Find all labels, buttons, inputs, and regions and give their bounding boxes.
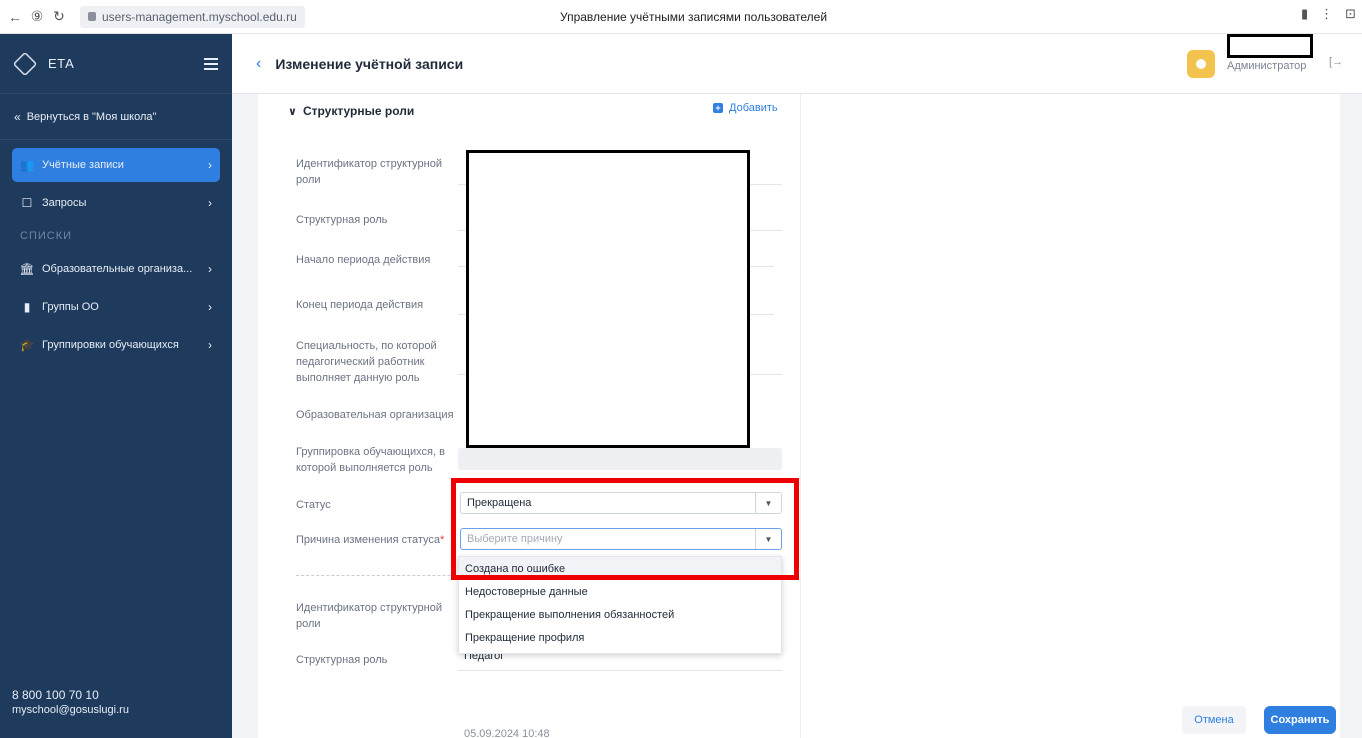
avatar[interactable] xyxy=(1187,50,1215,78)
chevron-right-icon: › xyxy=(208,262,212,276)
lock-icon xyxy=(88,12,96,21)
url-text: users-management.myschool.edu.ru xyxy=(102,9,297,24)
grouping-label: Группировка обучающихся, в которой выпол… xyxy=(296,446,445,474)
sidebar-item-label: Учётные записи xyxy=(42,159,124,171)
sidebar-section-label: СПИСКИ xyxy=(20,230,73,242)
annotation-highlight-box xyxy=(451,478,799,580)
logo-row: ЕТА xyxy=(0,34,232,94)
inbox-icon: ☐ xyxy=(21,196,33,210)
sidebar: ЕТА « Вернуться в "Моя школа" 👥 Учётные … xyxy=(0,34,232,738)
save-button[interactable]: Сохранить xyxy=(1264,706,1336,734)
sidebar-item-requests[interactable]: ☐ Запросы › xyxy=(12,186,220,220)
section-header[interactable]: ∨ Структурные роли xyxy=(288,104,414,118)
chevron-right-icon: › xyxy=(208,196,212,210)
yandex-icon[interactable]: ⑨ xyxy=(26,6,48,28)
contacts: 8 800 100 70 10 myschool@gosuslugi.ru xyxy=(12,688,129,718)
role-label: Структурная роль xyxy=(296,214,388,226)
main-content: ∨ Структурные роли + Добавить Идентифика… xyxy=(232,94,1362,738)
reason-label: Причина изменения статуса* xyxy=(296,532,466,548)
organization-label: Образовательная организация xyxy=(296,409,454,421)
sidebar-item-student-groupings[interactable]: 🎓 Группировки обучающихся › xyxy=(12,328,220,362)
sidebar-item-label: Образовательные организа... xyxy=(42,263,193,275)
logo-text: ЕТА xyxy=(48,56,75,71)
sidebar-item-accounts[interactable]: 👥 Учётные записи › xyxy=(12,148,220,182)
plus-icon: + xyxy=(713,103,723,113)
more-menu-icon[interactable]: ⋮ xyxy=(1320,6,1333,22)
reload-icon[interactable]: ↻ xyxy=(48,6,70,28)
end-label: Конец периода действия xyxy=(296,299,424,311)
cancel-button[interactable]: Отмена xyxy=(1182,706,1246,734)
chevron-right-icon: › xyxy=(208,300,212,314)
bookmark-icon: ▮ xyxy=(23,300,31,314)
grouping-input[interactable] xyxy=(458,448,782,470)
status-label: Статус xyxy=(296,499,331,511)
chevron-down-icon: ∨ xyxy=(288,105,297,118)
user-icon xyxy=(1196,59,1206,69)
page-title: Изменение учётной записи xyxy=(275,55,464,72)
second-role-id-label: Идентификатор структурной роли xyxy=(296,602,442,630)
browser-page-title: Управление учётными записями пользовател… xyxy=(560,10,828,24)
graduation-cap-icon: 🎓 xyxy=(19,338,35,352)
browser-toolbar: ← ⑨ ↻ users-management.myschool.edu.ru У… xyxy=(0,0,1362,34)
sidebar-menu: 👥 Учётные записи › ☐ Запросы › СПИСКИ 🏛 … xyxy=(0,140,232,362)
speciality-label: Специальность, по которой педагогический… xyxy=(296,340,437,384)
redacted-user-name xyxy=(1227,34,1313,58)
structural-roles-card: ∨ Структурные роли + Добавить Идентифика… xyxy=(258,94,800,738)
second-role-label: Структурная роль xyxy=(296,654,388,666)
required-mark: * xyxy=(440,534,445,546)
sidebar-item-organizations[interactable]: 🏛 Образовательные организа... › xyxy=(12,252,220,286)
back-arrow-icon[interactable]: ← xyxy=(4,6,26,28)
logout-icon[interactable]: [→ xyxy=(1329,56,1343,68)
scroll-track[interactable] xyxy=(1340,94,1362,738)
reason-option[interactable]: Прекращение профиля xyxy=(459,626,781,649)
support-phone: 8 800 100 70 10 xyxy=(12,688,99,702)
back-to-school-link[interactable]: « Вернуться в "Моя школа" xyxy=(0,94,232,140)
users-icon: 👥 xyxy=(19,158,35,172)
extensions-icon[interactable]: ⊡ xyxy=(1345,6,1356,22)
role-id-label: Идентификатор структурной роли xyxy=(296,158,442,186)
chevron-left-icon[interactable]: ‹ xyxy=(256,55,261,73)
section-title: Структурные роли xyxy=(302,104,415,118)
start-label: Начало периода действия xyxy=(296,254,431,266)
menu-burger-icon[interactable] xyxy=(204,57,218,70)
logo-icon xyxy=(12,51,38,76)
sidebar-item-label: Группировки обучающихся xyxy=(42,339,179,351)
second-role-partial-value: 05.09.2024 10:48 xyxy=(464,728,550,738)
add-role-button[interactable]: + Добавить xyxy=(713,102,778,114)
support-email: myschool@gosuslugi.ru xyxy=(12,704,129,716)
reason-option[interactable]: Недостоверные данные xyxy=(459,580,781,603)
chevron-right-icon: › xyxy=(208,338,212,352)
sidebar-item-label: Группы ОО xyxy=(42,301,99,313)
back-link-label: Вернуться в "Моя школа" xyxy=(26,110,157,123)
double-chevron-left-icon: « xyxy=(14,109,21,124)
sidebar-item-groups[interactable]: ▮ Группы ОО › xyxy=(12,290,220,324)
institution-icon: 🏛 xyxy=(19,262,35,276)
page-header: ‹ Изменение учётной записи Администратор… xyxy=(232,34,1362,94)
second-role-line xyxy=(458,670,782,671)
reason-option[interactable]: Прекращение выполнения обязанностей xyxy=(459,603,781,626)
right-panel xyxy=(800,94,1340,738)
sidebar-item-label: Запросы xyxy=(42,197,87,209)
chevron-right-icon: › xyxy=(208,158,212,172)
redacted-values xyxy=(466,150,750,448)
address-bar[interactable]: users-management.myschool.edu.ru xyxy=(80,5,305,28)
add-role-label: Добавить xyxy=(729,102,778,114)
user-role: Администратор xyxy=(1227,60,1307,72)
reason-label-text: Причина изменения статуса xyxy=(296,534,441,546)
bookmark-icon[interactable]: ▮ xyxy=(1301,6,1308,22)
